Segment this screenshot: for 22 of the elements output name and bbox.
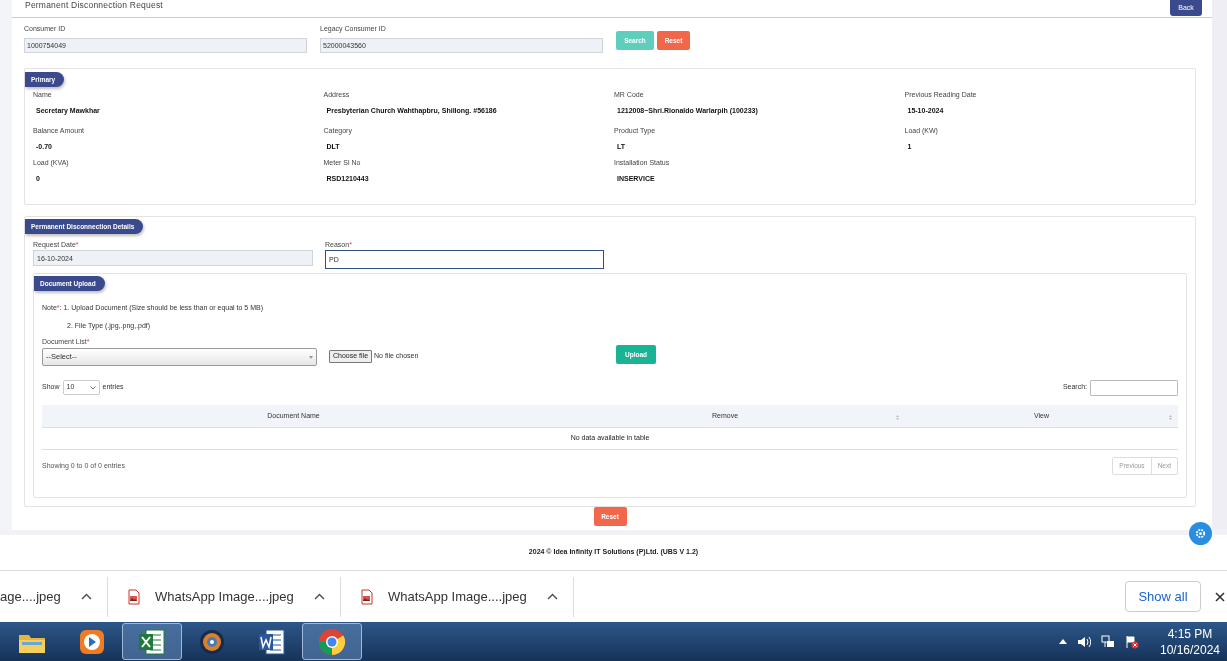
page-title: Permanent Disconnection Request [25, 0, 163, 11]
download-item[interactable]: WhatsApp Image....jpeg [341, 576, 574, 617]
download-item[interactable]: WhatsApp Image....jpeg [108, 576, 341, 617]
chevron-icon [89, 385, 96, 390]
caret-icon [309, 355, 313, 359]
chevron-up-icon [1059, 639, 1067, 644]
image-file-icon [127, 588, 141, 605]
chevron-up-icon [547, 593, 558, 600]
close-icon [1215, 591, 1225, 602]
network-icon [1101, 635, 1115, 648]
image-file-icon [360, 588, 374, 605]
search-field[interactable] [1090, 379, 1178, 396]
show-all-button[interactable]: Show all [1125, 581, 1201, 612]
clock[interactable]: 4:15 PM 10/16/2024 [1159, 625, 1221, 658]
chevron-up-icon [314, 593, 325, 600]
speaker-icon [1077, 635, 1091, 648]
taskbar-button[interactable] [122, 623, 182, 660]
chevron-up-icon [81, 593, 92, 600]
settings-icon [1195, 528, 1206, 539]
flag-icon [1125, 634, 1139, 649]
settings-button[interactable] [1189, 522, 1212, 545]
download-item[interactable]: age....jpeg [0, 576, 108, 617]
